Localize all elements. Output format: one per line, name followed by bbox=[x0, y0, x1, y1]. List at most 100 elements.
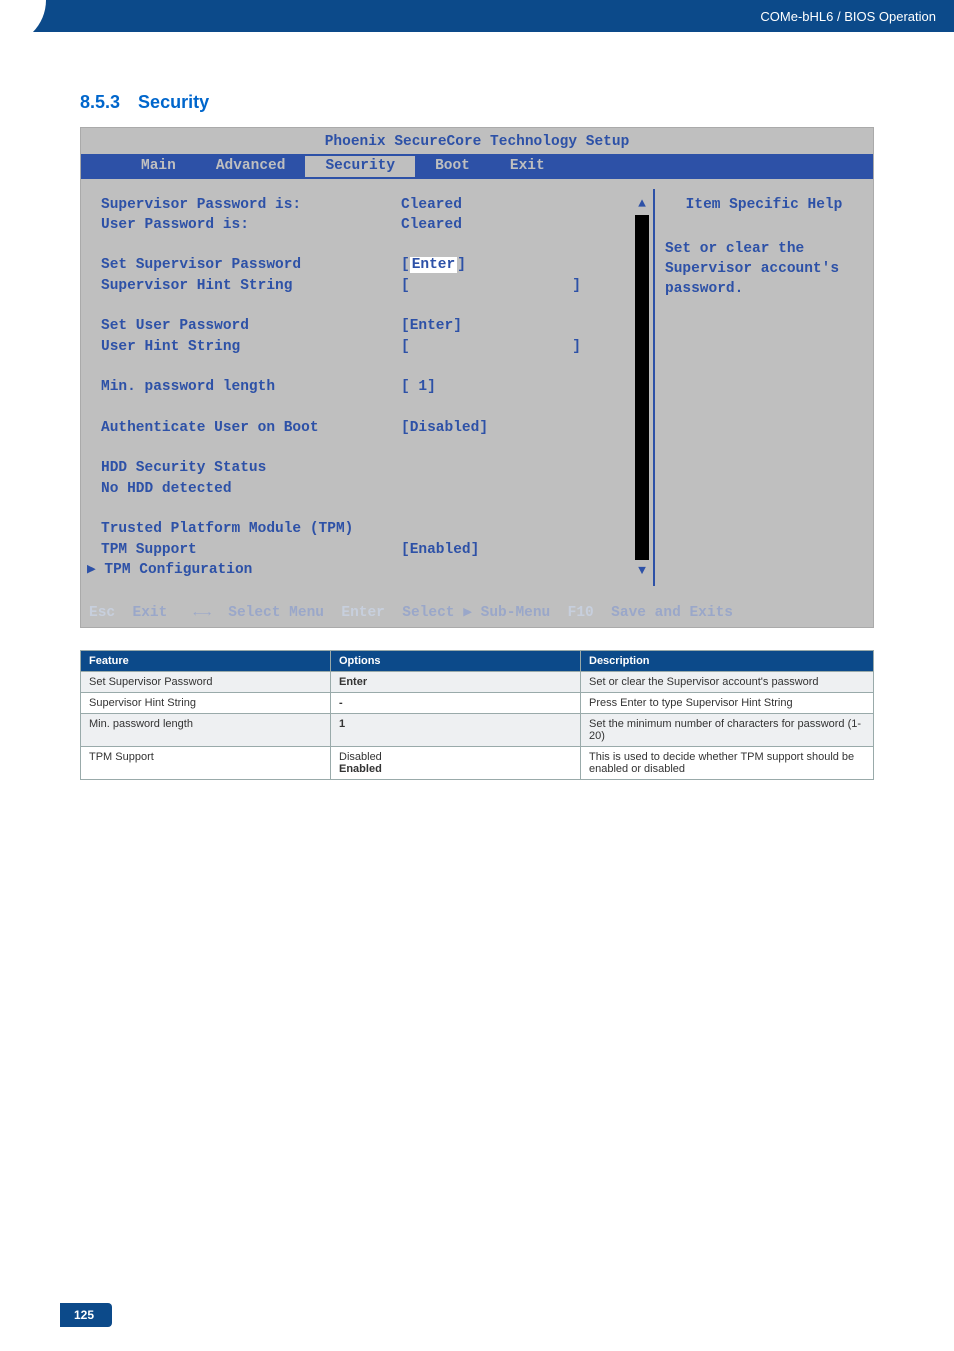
bios-row: Trusted Platform Module (TPM) bbox=[101, 519, 647, 539]
bios-row bbox=[101, 296, 647, 316]
bios-value[interactable]: Cleared bbox=[401, 195, 571, 215]
bios-help-line: Set or clear the bbox=[665, 239, 863, 259]
bios-title: Phoenix SecureCore Technology Setup bbox=[81, 128, 873, 154]
footer-select-sub: Select ▶ Sub-Menu bbox=[402, 605, 550, 621]
bios-row bbox=[101, 235, 647, 255]
bios-label[interactable]: ▶ TPM Configuration bbox=[87, 560, 401, 580]
bios-value[interactable] bbox=[401, 479, 571, 499]
bios-value[interactable]: [Enabled] bbox=[401, 540, 571, 560]
cell-feature: Min. password length bbox=[81, 713, 331, 746]
key-enter: Enter bbox=[341, 605, 385, 621]
options-table: Feature Options Description Set Supervis… bbox=[80, 650, 874, 780]
page-content: 8.5.3 Security Phoenix SecureCore Techno… bbox=[0, 32, 954, 780]
bios-value-highlight[interactable]: Enter bbox=[410, 257, 458, 273]
scroll-up-icon[interactable]: ▲ bbox=[638, 195, 646, 213]
footer-exit: Exit bbox=[133, 605, 168, 621]
footer-select-menu: Select Menu bbox=[228, 605, 324, 621]
bios-label[interactable]: Set User Password bbox=[101, 316, 401, 336]
bios-left-pane: Supervisor Password is:ClearedUser Passw… bbox=[81, 189, 653, 587]
page-footer: 125 bbox=[0, 1303, 954, 1351]
bios-help-title: Item Specific Help bbox=[665, 195, 863, 215]
bios-row: No HDD detected bbox=[101, 479, 647, 499]
bios-row: ▶ TPM Configuration bbox=[101, 560, 647, 580]
section-title: Security bbox=[138, 92, 209, 113]
bios-row: Min. password length[ 1] bbox=[101, 377, 647, 397]
col-options: Options bbox=[331, 650, 581, 671]
bios-tab-advanced[interactable]: Advanced bbox=[196, 156, 306, 176]
bios-label[interactable]: Supervisor Password is: bbox=[101, 195, 401, 215]
bios-tabs: Main Advanced Security Boot Exit bbox=[81, 154, 873, 178]
table-row: Min. password length1Set the minimum num… bbox=[81, 713, 874, 746]
table-row: Supervisor Hint String-Press Enter to ty… bbox=[81, 692, 874, 713]
bios-tab-main[interactable]: Main bbox=[121, 156, 196, 176]
bios-tab-security[interactable]: Security bbox=[305, 156, 415, 176]
bios-row: TPM Support[Enabled] bbox=[101, 540, 647, 560]
page-number: 125 bbox=[60, 1303, 112, 1327]
cell-feature: Supervisor Hint String bbox=[81, 692, 331, 713]
bios-label[interactable]: Min. password length bbox=[101, 377, 401, 397]
bios-label[interactable]: Trusted Platform Module (TPM) bbox=[101, 519, 401, 539]
bios-row: Supervisor Hint String[] bbox=[101, 276, 647, 296]
bios-value[interactable]: [] bbox=[401, 276, 581, 296]
bios-help-line: password. bbox=[665, 279, 863, 299]
bios-value[interactable]: Cleared bbox=[401, 215, 571, 235]
header-bar: COMe-bHL6 / BIOS Operation bbox=[0, 0, 954, 32]
bios-value[interactable]: [ 1] bbox=[401, 377, 571, 397]
bios-value[interactable] bbox=[401, 458, 571, 478]
bios-label[interactable]: User Hint String bbox=[101, 337, 401, 357]
key-f10: F10 bbox=[568, 605, 594, 621]
bios-value[interactable]: [Enter] bbox=[401, 316, 571, 336]
cell-feature: Set Supervisor Password bbox=[81, 671, 331, 692]
bios-row: HDD Security Status bbox=[101, 458, 647, 478]
section-heading: 8.5.3 Security bbox=[80, 92, 884, 113]
bios-row bbox=[101, 438, 647, 458]
bios-tab-boot[interactable]: Boot bbox=[415, 156, 490, 176]
bios-label[interactable]: No HDD detected bbox=[101, 479, 401, 499]
bios-tab-exit[interactable]: Exit bbox=[490, 156, 565, 176]
section-number: 8.5.3 bbox=[80, 92, 120, 113]
bios-label[interactable]: Supervisor Hint String bbox=[101, 276, 401, 296]
bios-row: User Hint String[] bbox=[101, 337, 647, 357]
bios-footer: Esc Exit ←→ Select Menu Enter Select ▶ S… bbox=[81, 600, 873, 626]
bios-label[interactable]: Authenticate User on Boot bbox=[101, 418, 401, 438]
bios-row bbox=[101, 499, 647, 519]
arrows-icon: ←→ bbox=[193, 605, 210, 621]
bios-row: Authenticate User on Boot[Disabled] bbox=[101, 418, 647, 438]
bios-row bbox=[101, 398, 647, 418]
cell-description: This is used to decide whether TPM suppo… bbox=[581, 746, 874, 779]
col-feature: Feature bbox=[81, 650, 331, 671]
bios-value[interactable]: [] bbox=[401, 337, 581, 357]
bios-row bbox=[101, 357, 647, 377]
cell-description: Set the minimum number of characters for… bbox=[581, 713, 874, 746]
footer-save: Save and Exits bbox=[611, 605, 733, 621]
bios-body: Supervisor Password is:ClearedUser Passw… bbox=[81, 179, 873, 601]
cell-options: - bbox=[331, 692, 581, 713]
bios-scrollbar[interactable]: ▲ ▼ bbox=[635, 195, 649, 581]
bios-row: Set User Password[Enter] bbox=[101, 316, 647, 336]
table-row: Set Supervisor PasswordEnterSet or clear… bbox=[81, 671, 874, 692]
bios-value[interactable]: [Disabled] bbox=[401, 418, 571, 438]
scroll-track[interactable] bbox=[635, 215, 649, 560]
bios-row: Set Supervisor Password[Enter] bbox=[101, 255, 647, 275]
cell-options: 1 bbox=[331, 713, 581, 746]
bios-value[interactable] bbox=[401, 560, 571, 580]
bios-value[interactable]: [Enter] bbox=[401, 255, 571, 275]
bios-label[interactable]: HDD Security Status bbox=[101, 458, 401, 478]
cell-description: Press Enter to type Supervisor Hint Stri… bbox=[581, 692, 874, 713]
bios-label[interactable]: User Password is: bbox=[101, 215, 401, 235]
bios-help-line: Supervisor account's bbox=[665, 259, 863, 279]
bios-row: Supervisor Password is:Cleared bbox=[101, 195, 647, 215]
bios-value[interactable] bbox=[401, 519, 571, 539]
breadcrumb: COMe-bHL6 / BIOS Operation bbox=[760, 9, 936, 24]
scroll-down-icon[interactable]: ▼ bbox=[638, 562, 646, 580]
cell-feature: TPM Support bbox=[81, 746, 331, 779]
table-row: TPM SupportDisabledEnabledThis is used t… bbox=[81, 746, 874, 779]
bios-label[interactable]: Set Supervisor Password bbox=[101, 255, 401, 275]
cell-description: Set or clear the Supervisor account's pa… bbox=[581, 671, 874, 692]
bios-help-pane: Item Specific Help Set or clear the Supe… bbox=[653, 189, 873, 587]
bios-row: User Password is:Cleared bbox=[101, 215, 647, 235]
key-esc: Esc bbox=[89, 605, 115, 621]
bios-label[interactable]: TPM Support bbox=[101, 540, 401, 560]
col-description: Description bbox=[581, 650, 874, 671]
cell-options: DisabledEnabled bbox=[331, 746, 581, 779]
